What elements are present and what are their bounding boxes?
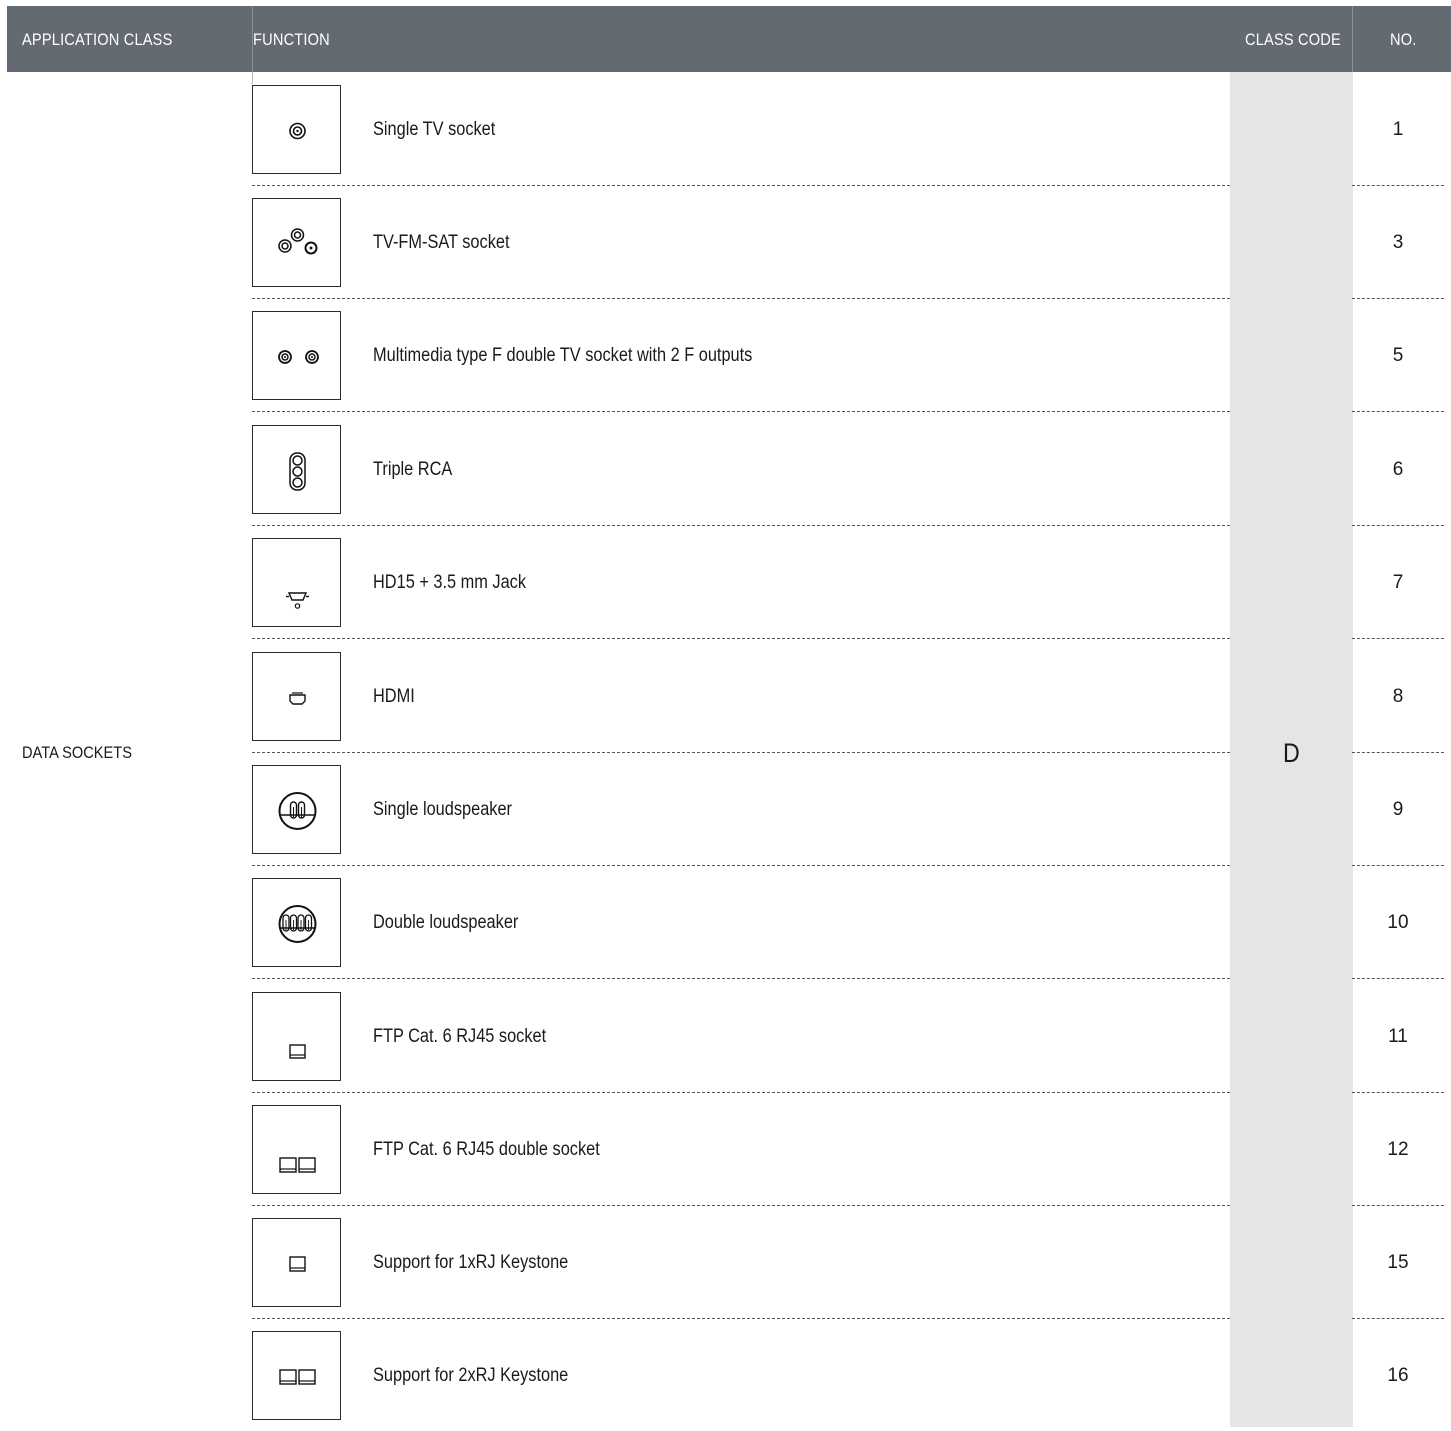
item-number: 9 [1392, 799, 1404, 820]
function-label: FTP Cat. 6 RJ45 double socket [373, 1139, 600, 1160]
item-number: 1 [1392, 119, 1404, 140]
socket-thumbnail [252, 538, 341, 627]
rj45-socket-icon [289, 1044, 306, 1059]
triple-rca-icon [289, 452, 306, 491]
table-row: Multimedia type F double TV socket with … [0, 298, 1451, 412]
table-row: Triple RCA 6 [0, 412, 1451, 526]
item-number: 16 [1387, 1365, 1409, 1386]
socket-thumbnail [252, 425, 341, 514]
table-row: HD15 + 3.5 mm Jack 7 [0, 525, 1451, 639]
item-number: 10 [1387, 912, 1409, 933]
double-loudspeaker-icon [278, 905, 317, 943]
table-row: HDMI 8 [0, 639, 1451, 753]
table-row: Double loudspeaker 10 [0, 865, 1451, 979]
header-divider [1352, 6, 1353, 72]
socket-thumbnail [252, 1218, 341, 1307]
socket-thumbnail [252, 198, 341, 287]
function-label: TV-FM-SAT socket [373, 232, 510, 253]
socket-thumbnail [252, 1331, 341, 1420]
single-loudspeaker-icon [278, 792, 317, 830]
function-label: HD15 + 3.5 mm Jack [373, 572, 527, 593]
function-label: FTP Cat. 6 RJ45 socket [373, 1026, 547, 1047]
item-number: 11 [1388, 1026, 1408, 1047]
table-row: Support for 1xRJ Keystone 15 [0, 1205, 1451, 1319]
item-number: 3 [1392, 232, 1404, 253]
function-label: Support for 2xRJ Keystone [373, 1365, 569, 1386]
table-header: APPLICATION CLASS FUNCTION CLASS CODE NO… [7, 6, 1451, 72]
item-number: 5 [1392, 345, 1404, 366]
item-number: 7 [1392, 572, 1404, 593]
function-label: Triple RCA [373, 459, 453, 480]
tv-fm-sat-socket-icon [278, 228, 318, 255]
header-function: FUNCTION [253, 30, 330, 49]
single-tv-socket-icon [289, 122, 306, 140]
socket-thumbnail [252, 1105, 341, 1194]
item-number: 15 [1387, 1252, 1409, 1273]
header-application-class: APPLICATION CLASS [22, 30, 173, 49]
table-row: TV-FM-SAT socket 3 [0, 185, 1451, 299]
function-label: Double loudspeaker [373, 912, 519, 933]
socket-thumbnail [252, 311, 341, 400]
item-number: 6 [1392, 459, 1404, 480]
header-class-code: CLASS CODE [1245, 30, 1341, 49]
hdmi-icon [289, 692, 306, 705]
function-label: Single loudspeaker [373, 799, 512, 820]
function-label: Multimedia type F double TV socket with … [373, 345, 753, 366]
socket-thumbnail [252, 878, 341, 967]
hd15-jack-icon [286, 592, 309, 609]
function-label: HDMI [373, 686, 415, 707]
table-row: Support for 2xRJ Keystone 16 [0, 1318, 1451, 1431]
function-label: Support for 1xRJ Keystone [373, 1252, 569, 1273]
socket-thumbnail [252, 992, 341, 1081]
socket-thumbnail [252, 765, 341, 854]
table-row: Single TV socket 1 [0, 72, 1451, 186]
table-row: FTP Cat. 6 RJ45 socket 11 [0, 979, 1451, 1093]
double-f-tv-socket-icon [278, 350, 319, 364]
keystone-2xrj-icon [279, 1369, 316, 1385]
item-number: 8 [1392, 686, 1404, 707]
table-row: FTP Cat. 6 RJ45 double socket 12 [0, 1092, 1451, 1206]
socket-thumbnail [252, 85, 341, 174]
keystone-1xrj-icon [289, 1256, 306, 1272]
function-label: Single TV socket [373, 119, 496, 140]
table-row: Single loudspeaker 9 [0, 752, 1451, 866]
socket-thumbnail [252, 652, 341, 741]
item-number: 12 [1387, 1139, 1409, 1160]
header-no: NO. [1390, 30, 1417, 49]
rj45-double-socket-icon [279, 1157, 316, 1173]
